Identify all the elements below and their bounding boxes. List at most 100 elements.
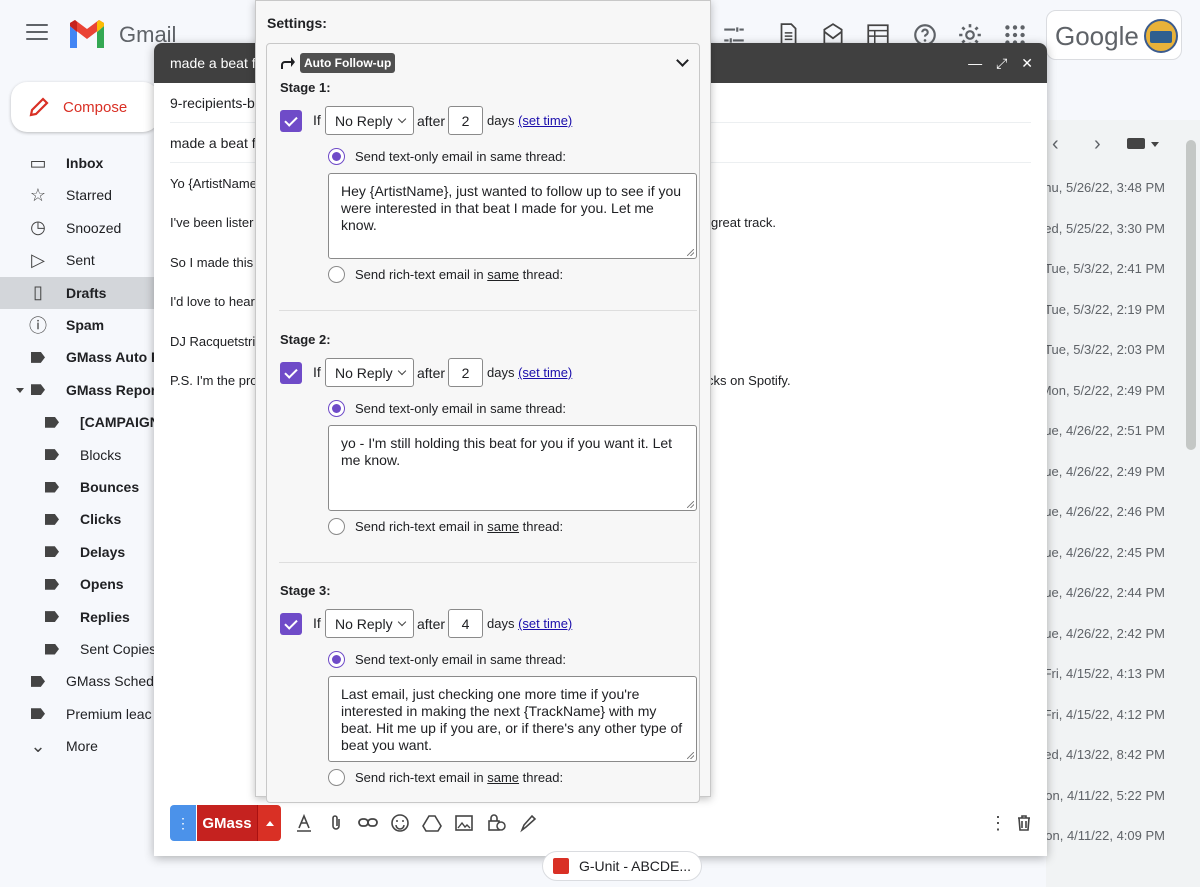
stage-enabled-checkbox[interactable] — [280, 110, 302, 132]
gmail-logo-icon[interactable] — [68, 20, 106, 50]
sidebar-item-label: Drafts — [66, 284, 107, 301]
message-date[interactable]: ue, 4/26/22, 2:45 PM — [1044, 545, 1165, 560]
stage-enabled-checkbox[interactable] — [280, 362, 302, 384]
followup-message-textarea[interactable]: Hey {ArtistName}, just wanted to follow … — [328, 173, 697, 259]
text-only-radio[interactable] — [328, 400, 345, 417]
followup-message-textarea[interactable]: Last email, just checking one more time … — [328, 676, 697, 762]
body-line-tail[interactable]: great track. — [711, 215, 776, 230]
compose-toolbar: ⋮ GMass ⋮ — [170, 805, 1040, 841]
days-input[interactable]: 2 — [448, 358, 483, 387]
rich-same: same — [487, 770, 520, 785]
label-icon — [28, 704, 48, 724]
close-icon[interactable]: ✕ — [1021, 55, 1033, 72]
days-input[interactable]: 4 — [448, 609, 483, 638]
link-icon[interactable] — [358, 813, 378, 833]
gmass-options-button[interactable] — [257, 805, 281, 841]
condition-select[interactable]: No Reply — [325, 106, 414, 135]
days-label: days (set time) — [487, 616, 572, 631]
message-date[interactable]: Tue, 5/3/22, 2:03 PM — [1044, 342, 1165, 357]
keyboard-icon[interactable] — [1127, 138, 1145, 149]
file-icon: ▯ — [33, 282, 43, 303]
rich-text-radio[interactable] — [328, 769, 345, 786]
if-label: If — [313, 615, 321, 631]
attach-icon[interactable] — [326, 813, 346, 833]
body-line[interactable]: P.S. I'm the pro — [170, 373, 258, 388]
more-options-icon[interactable]: ⋮ — [988, 813, 1008, 833]
message-date[interactable]: ue, 4/26/22, 2:51 PM — [1044, 423, 1165, 438]
to-field[interactable]: 9-recipients-b — [170, 95, 255, 111]
subject-field[interactable]: made a beat f — [170, 135, 256, 151]
days-text: days — [487, 113, 515, 128]
message-date[interactable]: Tue, 5/3/22, 2:19 PM — [1044, 302, 1165, 317]
condition-select[interactable]: No Reply — [325, 358, 414, 387]
pencil-icon — [29, 97, 49, 117]
gmass-settings-button[interactable]: ⋮ — [170, 805, 196, 841]
message-date[interactable]: ue, 4/26/22, 2:44 PM — [1044, 585, 1165, 600]
gmass-send-button[interactable]: GMass — [197, 805, 257, 841]
body-line[interactable]: I'd love to hear — [170, 294, 255, 309]
body-line[interactable]: I've been lister — [170, 215, 253, 230]
avatar[interactable] — [1144, 19, 1178, 53]
compose-button[interactable]: Compose — [11, 82, 159, 132]
sidebar-item-label: Opens — [80, 576, 124, 593]
message-date[interactable]: on, 4/11/22, 4:09 PM — [1045, 828, 1165, 843]
body-line[interactable]: Yo {ArtistName — [170, 176, 257, 191]
chevron-down-icon[interactable] — [676, 54, 689, 67]
minimize-icon[interactable]: — — [968, 55, 982, 72]
text-only-radio[interactable] — [328, 651, 345, 668]
rich-text-radio[interactable] — [328, 518, 345, 535]
message-date[interactable]: ed, 5/25/22, 3:30 PM — [1044, 221, 1165, 236]
message-date[interactable]: ue, 4/26/22, 2:46 PM — [1044, 504, 1165, 519]
sidebar-item-label: GMass Repor — [66, 381, 157, 398]
confidential-mode-icon[interactable] — [486, 813, 506, 833]
attachment-chip[interactable]: G-Unit - ABCDE... — [542, 851, 702, 881]
message-date[interactable]: on, 4/11/22, 5:22 PM — [1045, 788, 1165, 803]
condition-select[interactable]: No Reply — [325, 609, 414, 638]
trash-icon[interactable] — [1014, 813, 1034, 833]
body-line[interactable]: DJ Racquetstri — [170, 334, 255, 349]
formatting-icon[interactable] — [294, 813, 314, 833]
prev-page-icon[interactable]: ‹ — [1052, 133, 1059, 156]
spam-icon: ⓘ — [29, 316, 47, 336]
message-date[interactable]: Fri, 4/15/22, 4:13 PM — [1044, 666, 1165, 681]
message-date[interactable]: hu, 5/26/22, 3:48 PM — [1044, 180, 1165, 195]
set-time-link[interactable]: (set time) — [518, 365, 572, 380]
emoji-icon[interactable] — [390, 813, 410, 833]
signature-icon[interactable] — [519, 813, 539, 833]
followup-message-textarea[interactable]: yo - I'm still holding this beat for you… — [328, 425, 697, 511]
expand-icon[interactable]: ⤢ — [996, 55, 1007, 72]
days-text: days — [487, 365, 515, 380]
expand-caret-icon[interactable] — [16, 387, 24, 393]
keyboard-caret-icon[interactable] — [1151, 142, 1159, 147]
body-line[interactable]: So I made this — [170, 255, 253, 270]
rich-prefix: Send rich-text email in — [355, 519, 488, 534]
message-date[interactable]: Mon, 5/2/22, 2:49 PM — [1041, 383, 1165, 398]
message-date[interactable]: ue, 4/26/22, 2:49 PM — [1044, 464, 1165, 479]
stage-enabled-checkbox[interactable] — [280, 613, 302, 635]
set-time-link[interactable]: (set time) — [518, 616, 572, 631]
caret-up-icon — [265, 820, 274, 826]
text-only-label: Send text-only email in same thread: — [355, 149, 566, 164]
rich-text-radio[interactable] — [328, 266, 345, 283]
message-date[interactable]: ue, 4/26/22, 2:42 PM — [1044, 626, 1165, 641]
stage-title: Stage 3: — [280, 583, 331, 598]
body-line-tail[interactable]: cks on Spotify. — [707, 373, 791, 388]
rich-same: same — [487, 519, 520, 534]
message-date[interactable]: Tue, 5/3/22, 2:41 PM — [1044, 261, 1165, 276]
auto-followup-header[interactable]: Auto Follow-up — [279, 53, 396, 73]
set-time-link[interactable]: (set time) — [518, 113, 572, 128]
drive-icon[interactable] — [422, 813, 442, 833]
forward-arrow-icon — [281, 57, 295, 69]
sidebar-item-label: Starred — [66, 187, 112, 204]
account-box[interactable]: Google — [1046, 10, 1182, 60]
message-date[interactable]: Fri, 4/15/22, 4:12 PM — [1044, 707, 1165, 722]
main-menu-icon[interactable] — [26, 24, 48, 45]
message-date[interactable]: ed, 4/13/22, 8:42 PM — [1044, 747, 1165, 762]
days-input[interactable]: 2 — [448, 106, 483, 135]
text-only-radio[interactable] — [328, 148, 345, 165]
next-page-icon[interactable]: › — [1094, 133, 1101, 156]
list-scrollbar[interactable] — [1186, 140, 1196, 450]
photo-icon[interactable] — [454, 813, 474, 833]
sidebar-item-label: Sent Copies — [80, 641, 157, 657]
gmass-settings-panel: Settings: Auto Follow-up Stage 1: If No Re… — [255, 0, 711, 803]
